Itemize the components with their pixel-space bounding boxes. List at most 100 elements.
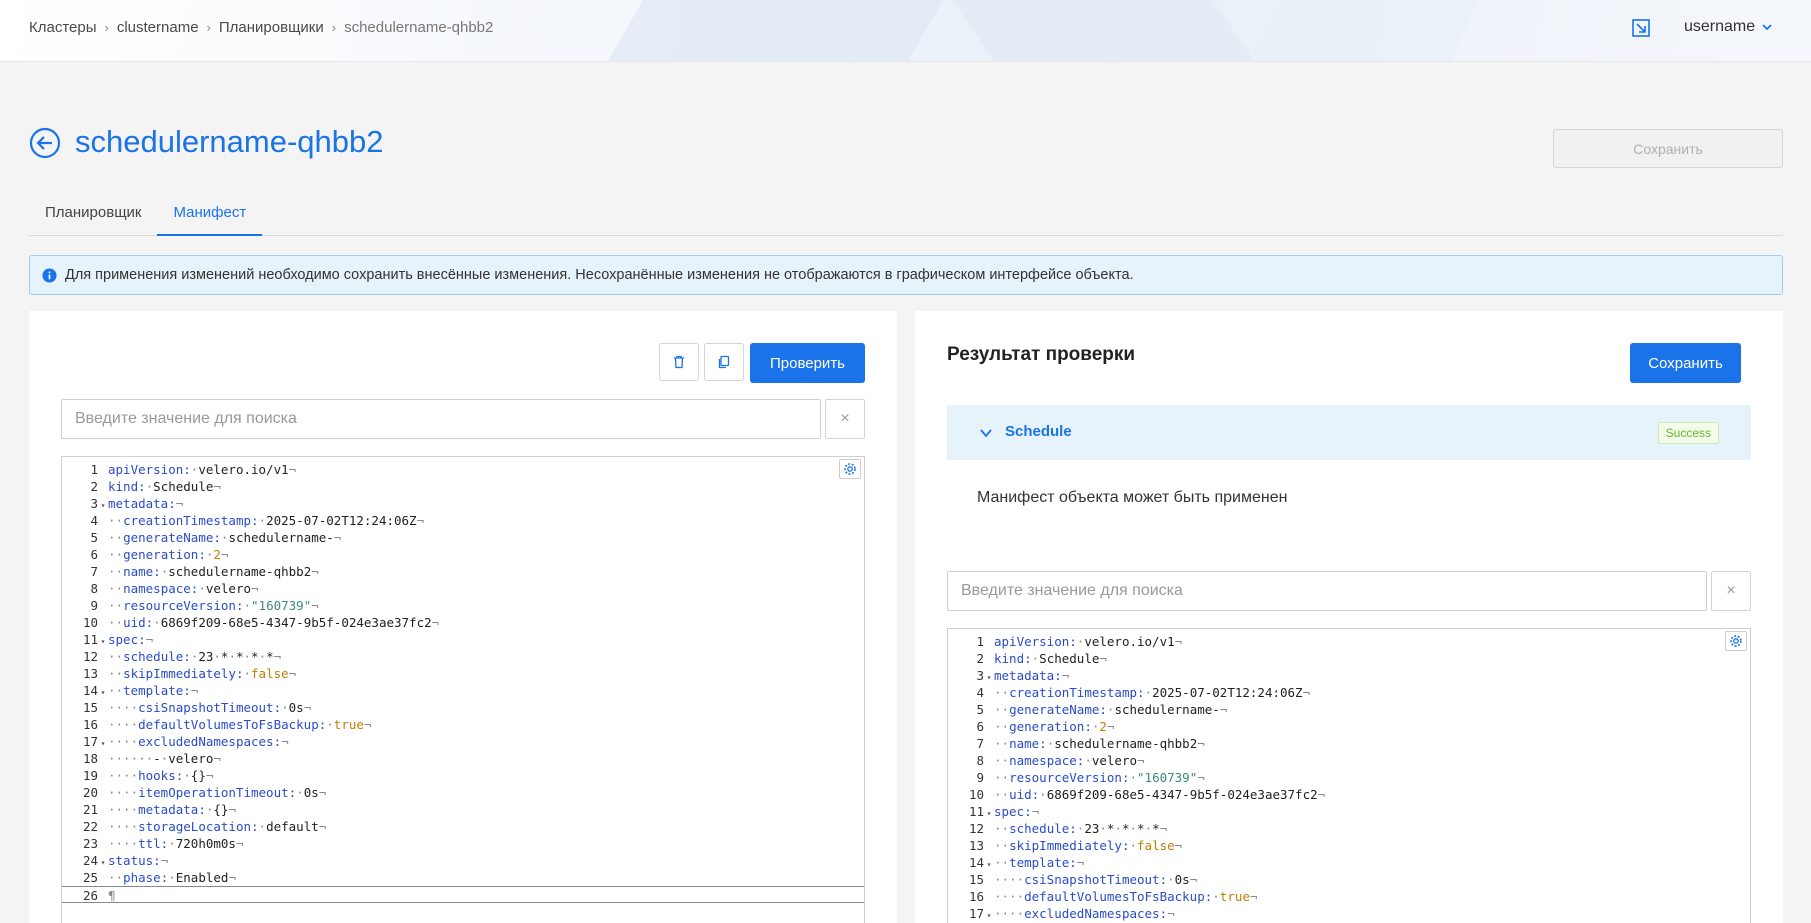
code-line[interactable]: 2 kind:·Schedule¬: [62, 478, 864, 495]
code-token: ·: [1129, 770, 1138, 785]
code-line[interactable]: 12 ··schedule:·23·*·*·*·*¬: [948, 820, 1750, 837]
code-line[interactable]: 6 ··generation:·2¬: [62, 546, 864, 563]
code-line[interactable]: 22 ····storageLocation:·default¬: [62, 818, 864, 835]
code-token: namespace:: [1009, 753, 1085, 768]
line-number: 7: [976, 736, 984, 751]
info-icon: [42, 267, 57, 283]
code-line[interactable]: 5 ··generateName:·schedulername-¬: [62, 529, 864, 546]
code-line[interactable]: 14 ▾ ··template:¬: [948, 854, 1750, 871]
code-line[interactable]: 14 ▾ ··template:¬: [62, 682, 864, 699]
save-button[interactable]: Сохранить: [1630, 343, 1741, 383]
code-line[interactable]: 3 ▾ metadata:¬: [62, 495, 864, 512]
save-button-disabled[interactable]: Сохранить: [1553, 129, 1783, 168]
editor-settings-button[interactable]: [1725, 631, 1747, 651]
code-token: true: [333, 717, 364, 732]
code-line[interactable]: 1 apiVersion:·velero.io/v1¬: [948, 633, 1750, 650]
fold-toggle-icon[interactable]: ▾: [984, 907, 994, 923]
code-token: apiVersion:: [108, 462, 191, 477]
code-line[interactable]: 23 ····ttl:·720h0m0s¬: [62, 835, 864, 852]
code-line[interactable]: 26 ¶: [62, 886, 864, 903]
code-line[interactable]: 19 ····hooks:·{}¬: [62, 767, 864, 784]
code-line[interactable]: 7 ··name:·schedulername-qhbb2¬: [62, 563, 864, 580]
verify-button[interactable]: Проверить: [750, 343, 865, 383]
code-line[interactable]: 16 ····defaultVolumesToFsBackup:·true¬: [62, 716, 864, 733]
code-line[interactable]: 25 ··phase:·Enabled¬: [62, 869, 864, 886]
code-line[interactable]: 18 ······-·velero¬: [62, 750, 864, 767]
code-token: ··: [994, 855, 1010, 870]
line-number: 5: [90, 530, 98, 545]
code-line[interactable]: 11 ▾ spec:¬: [62, 631, 864, 648]
code-line[interactable]: 21 ····metadata:·{}¬: [62, 801, 864, 818]
code-line[interactable]: 4 ··creationTimestamp:·2025-07-02T12:24:0…: [62, 512, 864, 529]
left-search-input[interactable]: Введите значение для поиска: [61, 399, 821, 439]
left-code-editor[interactable]: 1 apiVersion:·velero.io/v1¬ 2 kind:·Schedul…: [61, 456, 865, 923]
code-line[interactable]: 11 ▾ spec:¬: [948, 803, 1750, 820]
code-line[interactable]: 1 apiVersion:·velero.io/v1¬: [62, 461, 864, 478]
code-token: schedulername-qhbb2: [1054, 736, 1198, 751]
code-line[interactable]: 10 ··uid:·6869f209-68e5-4347-9b5f-024e3ae…: [948, 786, 1750, 803]
tab-manifest[interactable]: Манифест: [157, 198, 263, 236]
breadcrumb-clusters[interactable]: Кластеры: [29, 19, 97, 36]
code-line[interactable]: 8 ··namespace:·velero¬: [62, 580, 864, 597]
code-line[interactable]: 2 kind:·Schedule¬: [948, 650, 1750, 667]
right-code-editor[interactable]: 1 apiVersion:·velero.io/v1¬ 2 kind:·Schedul…: [947, 628, 1751, 923]
code-token: ·: [153, 615, 161, 630]
code-token: ¬: [318, 785, 327, 800]
code-line[interactable]: 7 ··name:·schedulername-qhbb2¬: [948, 735, 1750, 752]
code-token: ·: [296, 785, 304, 800]
code-line[interactable]: 16 ····defaultVolumesToFsBackup:·true¬: [948, 888, 1750, 905]
code-line[interactable]: 15 ····csiSnapshotTimeout:·0s¬: [62, 699, 864, 716]
user-menu[interactable]: username: [1684, 18, 1773, 36]
code-token: ··: [108, 564, 124, 579]
code-line[interactable]: 3 ▾ metadata:¬: [948, 667, 1750, 684]
code-token: ¬: [288, 462, 297, 477]
code-token: ·: [228, 649, 236, 664]
code-line[interactable]: 24 ▾ status:¬: [62, 852, 864, 869]
code-token: *: [251, 649, 259, 664]
breadcrumb-cluster[interactable]: clustername: [117, 19, 199, 36]
code-token: ¬: [228, 870, 236, 885]
gear-icon: [844, 463, 856, 475]
editor-settings-button[interactable]: [839, 459, 861, 479]
code-line[interactable]: 8 ··namespace:·velero¬: [948, 752, 1750, 769]
code-token: apiVersion:: [994, 634, 1077, 649]
code-line[interactable]: 5 ··generateName:·schedulername-¬: [948, 701, 1750, 718]
back-arrow-icon[interactable]: [29, 127, 61, 159]
code-line[interactable]: 12 ··schedule:·23·*·*·*·*¬: [62, 648, 864, 665]
line-number: 19: [82, 768, 98, 783]
code-token: ····: [108, 700, 139, 715]
copy-button[interactable]: [704, 343, 744, 381]
code-token: ··: [108, 598, 124, 613]
code-line[interactable]: 6 ··generation:·2¬: [948, 718, 1750, 735]
chevron-down-icon: [980, 429, 992, 438]
code-line[interactable]: 13 ··skipImmediately:·false¬: [948, 837, 1750, 854]
code-line[interactable]: 9 ··resourceVersion:·"160739"¬: [948, 769, 1750, 786]
code-line[interactable]: 10 ··uid:·6869f209-68e5-4347-9b5f-024e3ae…: [62, 614, 864, 631]
breadcrumb-schedulers[interactable]: Планировщики: [219, 19, 324, 36]
code-token: csiSnapshotTimeout:: [1024, 872, 1168, 887]
code-token: ¬: [190, 683, 199, 698]
schedule-accordion[interactable]: Schedule Success: [947, 405, 1751, 460]
code-line[interactable]: 20 ····itemOperationTimeout:·0s¬: [62, 784, 864, 801]
status-badge: Success: [1657, 422, 1719, 444]
code-line[interactable]: 13 ··skipImmediately:·false¬: [62, 665, 864, 682]
code-token: *: [1121, 821, 1130, 836]
code-line[interactable]: 17 ▾ ····excludedNamespaces:¬: [948, 905, 1750, 922]
delete-button[interactable]: [659, 343, 699, 381]
code-line[interactable]: 17 ▾ ····excludedNamespaces:¬: [62, 733, 864, 750]
right-search-input[interactable]: Введите значение для поиска: [947, 571, 1707, 611]
code-line[interactable]: 15 ····csiSnapshotTimeout:·0s¬: [948, 871, 1750, 888]
line-number: 1: [90, 462, 98, 477]
right-clear-search-button[interactable]: ×: [1711, 571, 1751, 611]
code-line[interactable]: 4 ··creationTimestamp:·2025-07-02T12:24:0…: [948, 684, 1750, 701]
code-line[interactable]: 9 ··resourceVersion:·"160739"¬: [62, 597, 864, 614]
code-token: ····: [994, 906, 1025, 921]
code-token: "160739": [1137, 770, 1198, 785]
line-number: 16: [968, 889, 984, 904]
left-clear-search-button[interactable]: ×: [825, 399, 865, 439]
external-link-icon[interactable]: [1631, 18, 1651, 38]
code-token: ttl:: [138, 836, 169, 851]
code-token: uid:: [1009, 787, 1040, 802]
tabs: Планировщик Манифест: [29, 198, 1783, 236]
tab-scheduler[interactable]: Планировщик: [29, 198, 157, 236]
